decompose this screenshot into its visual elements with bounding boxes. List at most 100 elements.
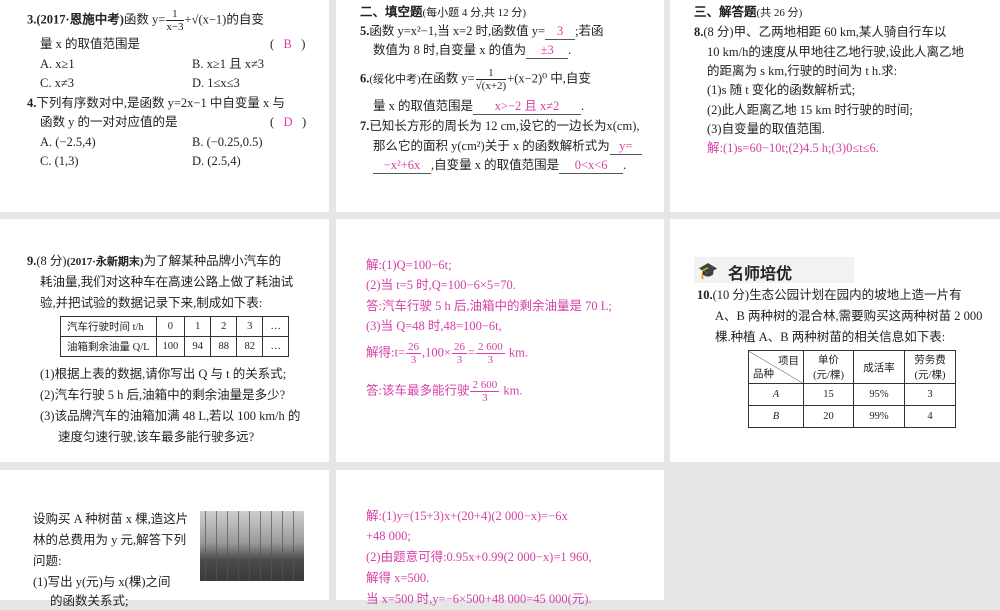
panel-q8: 三、解答题(共 26 分) 8.(8 分)甲、乙两地相距 60 km,某人骑自行…: [670, 0, 1000, 212]
q4-option-d: D. (2.5,4): [192, 154, 241, 168]
den: 3: [487, 354, 494, 366]
q8-part3: (3)自变量的取值范围.: [707, 122, 825, 136]
q9-part1: (1)根据上表的数据,请你写出 Q 与 t 的关系式;: [40, 367, 287, 381]
panel-fill-in: 二、填空题(每小题 4 分,共 12 分) 5.函数 y=x²−1,当 x=2 …: [336, 0, 664, 212]
q9-line3: 验,并把试验的数据记录下来,制成如下表:: [40, 296, 263, 310]
q10-solution-line4: 解得 x=500.: [366, 571, 430, 585]
q9-score: (8 分): [36, 254, 67, 268]
q4-option-b: B. (−0.25,0.5): [192, 135, 263, 149]
q8-line1: 8.(8 分)甲、乙两地相距 60 km,某人骑自行车以: [694, 23, 946, 41]
q4-number: 4.: [27, 96, 37, 110]
q6-text3: 量 x 的取值范围是: [373, 99, 474, 113]
fraction: 2 600 3: [470, 379, 500, 404]
text: km.: [500, 383, 523, 398]
q10-text: (10 分)生态公园计划在园内的坡地上造一片有: [712, 288, 962, 302]
q7-text3: ,自变量 x 的取值范围是: [431, 158, 560, 172]
header-price: 单价 (元/棵): [802, 350, 855, 384]
fraction: 2 600 3: [476, 341, 505, 366]
q8-solution: 解:(1)s=60−10t;(2)4.5 h;(3)0≤t≤6.: [707, 141, 879, 155]
q4-answer: ( D ): [270, 115, 307, 129]
q10-line1: 10.(10 分)生态公园计划在园内的坡地上造一片有: [697, 286, 962, 304]
q10-line3: 棵.种植 A、B 两种树苗的相关信息如下表:: [715, 330, 946, 344]
table-row: 油箱剩余油量 Q/L 100 94 88 82…: [60, 336, 290, 357]
cell: …: [262, 336, 290, 357]
q10-solution-line5: 当 x=500 时,y=−6×500+48 000=45 000(元).: [366, 592, 592, 606]
header-labor: 劳务费 (元/棵): [904, 350, 956, 384]
cell: 油箱剩余油量 Q/L: [60, 336, 157, 357]
den: 3: [456, 354, 463, 366]
section-3-note: (共 26 分): [756, 7, 803, 19]
q3-option-a: A. x≥1: [40, 57, 75, 71]
cell: 15: [802, 383, 855, 406]
cell: 0: [155, 316, 186, 337]
q10-cont-line2: 林的总费用为 y 元,解答下列: [33, 533, 187, 547]
q6-line2: 量 x 的取值范围是 x>−2 且 x≠2.: [373, 97, 584, 115]
q4-answer-value: D: [283, 115, 293, 129]
q9-solution-line6: 答:该车最多能行驶 2 600 3 km.: [366, 379, 522, 404]
q8-line2: 10 km/h的速度从甲地往乙地行驶,设此人离乙地: [707, 45, 964, 59]
q6-line1: 6.(绥化中考)在函数 y= 1 √(x+2) +(x−2)⁰ 中,自变: [360, 67, 591, 92]
cell: A: [748, 383, 804, 406]
q5-text3: 数值为 8 时,自变量 x 的值为: [373, 43, 527, 57]
q8-text: (8 分)甲、乙两地相距 60 km,某人骑自行车以: [703, 25, 947, 39]
q9-line1: 9.(8 分)(2017·永新期末)为了解某种品牌小汽车的: [27, 252, 281, 271]
section-3-title: 三、解答题: [694, 5, 757, 19]
text: =: [467, 345, 475, 360]
q3-num: 1: [166, 8, 184, 21]
q9-part3-cont: 速度匀速行驶,该车最多能行驶多远?: [58, 430, 255, 444]
q7-answer-1b: −x²+6x: [373, 158, 431, 174]
q5-line1: 5.函数 y=x²−1,当 x=2 时,函数值 y= 3 ;若函: [360, 22, 604, 40]
q7-text: 已知长方形的周长为 12 cm,设它的一边长为x(cm),: [369, 119, 640, 133]
panel-q3-q4: 3.(2017·恩施中考)函数 y= 1 x−3 +√(x−1)的自变 量 x 的取值…: [0, 0, 329, 212]
q9-solution-line5: 解得:t= 26 3,100× 26 3 = 2 600 3 km.: [366, 341, 528, 366]
banner-title: 名师培优: [728, 264, 793, 283]
table-row: 汽车行驶时间 t/h 0 1 2 3…: [60, 316, 290, 337]
panel-q10: 🎓 名师培优 10.(10 分)生态公园计划在园内的坡地上造一片有 A、B 两种…: [670, 219, 1000, 462]
q9-solution-line2: (2)当 t=5 时,Q=100−6×5=70.: [366, 278, 516, 292]
q9-data-table: 汽车行驶时间 t/h 0 1 2 3… 油箱剩余油量 Q/L 100 94 88 82…: [60, 316, 290, 357]
q6-den: √(x+2): [475, 80, 507, 92]
section-2-note: (每小题 4 分,共 12 分): [422, 7, 527, 19]
q5-number: 5.: [360, 24, 370, 38]
cell: 82: [236, 336, 264, 357]
cell: …: [262, 316, 290, 337]
q10-cont-line4: (1)写出 y(元)与 x(棵)之间: [33, 575, 171, 589]
cell: 2: [210, 316, 238, 337]
q10-solution-line1: 解:(1)y=(15+3)x+(20+4)(2 000−x)=−6x: [366, 509, 568, 523]
q6-text: 在函数 y=: [420, 71, 475, 86]
cell: 99%: [853, 405, 906, 428]
cell: 3: [236, 316, 264, 337]
fraction: 26 3: [406, 341, 421, 366]
q10-number: 10.: [697, 288, 713, 302]
section-2-heading: 二、填空题(每小题 4 分,共 12 分): [360, 3, 526, 22]
header-survival: 成活率: [853, 350, 906, 384]
q9-solution-line4: (3)当 Q=48 时,48=100−6t,: [366, 319, 502, 333]
forest-photo: [200, 511, 304, 581]
q6-text2: +(x−2)⁰ 中,自变: [507, 71, 591, 86]
panel-q10-cont: 设购买 A 种树苗 x 棵,造这片 林的总费用为 y 元,解答下列 问题: (1…: [0, 470, 329, 608]
q7-answer-1a: y=: [609, 139, 642, 155]
q9-part3: (3)该品牌汽车的油箱加满 48 L,若以 100 km/h 的: [40, 409, 301, 423]
cell: 100: [155, 336, 186, 357]
table-row: B 20 99% 4: [748, 405, 956, 428]
section-2-title: 二、填空题: [360, 5, 423, 19]
q7-period: .: [623, 158, 627, 172]
q3-option-c: C. x≠3: [40, 76, 74, 90]
q3-answer: ( B ): [270, 37, 306, 51]
corner-cell: 项目 品种: [748, 350, 804, 384]
h: 单价: [818, 355, 840, 366]
corner-bottom: 品种: [753, 369, 774, 380]
q6-period: .: [581, 99, 585, 113]
q4-text: 下列有序数对中,是函数 y=2x−1 中自变量 x 与: [36, 96, 285, 110]
h: (元/棵): [813, 370, 844, 381]
cell: 1: [184, 316, 212, 337]
q6-num: 1: [475, 67, 507, 80]
den: 3: [482, 392, 488, 404]
q10-solution-line3: (2)由题意可得:0.95x+0.99(2 000−x)=1 960,: [366, 550, 592, 564]
q3-fraction: 1 x−3: [166, 8, 184, 33]
cell: 88: [210, 336, 238, 357]
q8-number: 8.: [694, 25, 704, 39]
q3-text2: +√(x−1)的自变: [184, 12, 264, 27]
q10-cont-line3: 问题:: [33, 554, 62, 568]
q10-line2: A、B 两种树的混合林,需要购买这两种树苗 2 000: [715, 309, 983, 323]
